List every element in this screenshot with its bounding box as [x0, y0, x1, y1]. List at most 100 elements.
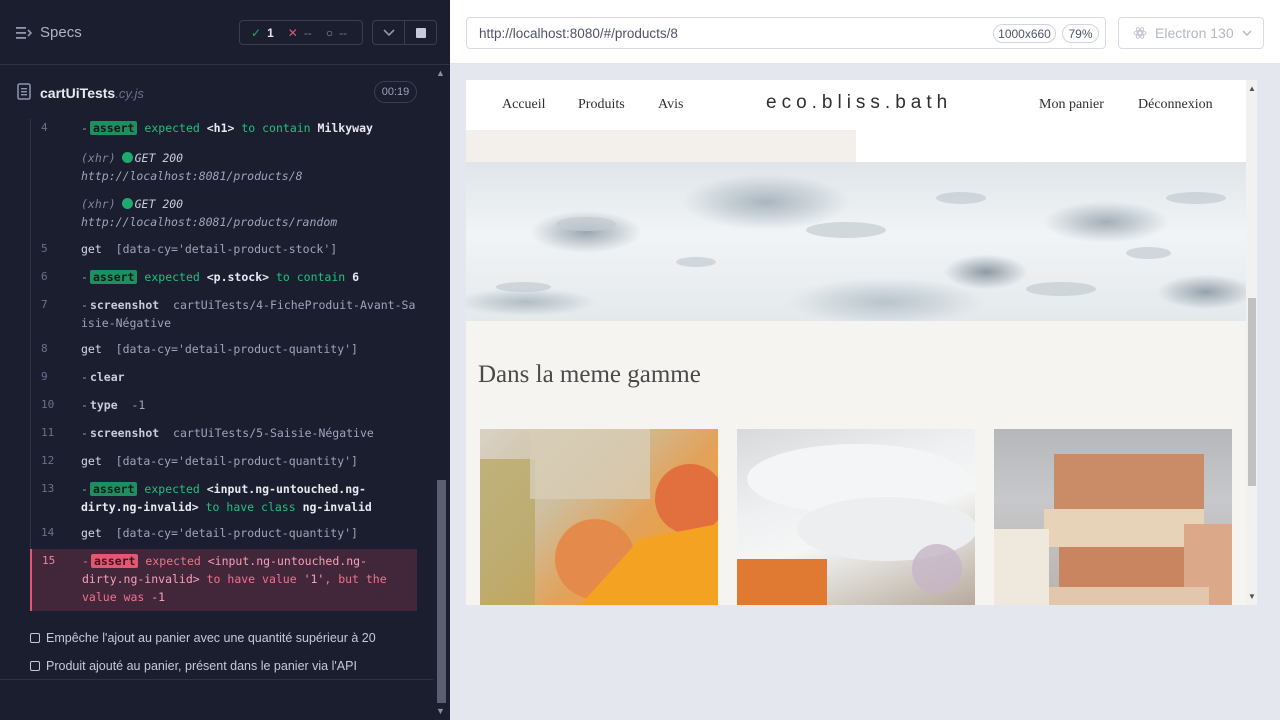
scroll-up-arrow-icon[interactable]: ▲ — [436, 68, 445, 78]
line-number: 10 — [41, 398, 55, 411]
command-message: -1 — [131, 398, 146, 412]
product-card-image[interactable] — [480, 429, 718, 605]
command-name: get — [81, 342, 102, 356]
command-name: type — [89, 398, 118, 412]
test-title: Empêche l'ajout au panier avec une quant… — [46, 631, 376, 645]
failed-count: -- — [303, 25, 312, 40]
pending-count: -- — [339, 25, 348, 40]
url-bar[interactable]: http://localhost:8080/#/products/8 1000x… — [466, 17, 1106, 49]
line-number: 11 — [41, 426, 55, 439]
command-name: screenshot — [89, 426, 160, 440]
viewport-size-badge[interactable]: 1000x660 — [993, 24, 1056, 43]
test-stats: ✓ 1 ✕ -- ○ -- — [239, 20, 363, 45]
command-name: assert — [90, 554, 139, 568]
status-dot-icon — [121, 152, 133, 163]
line-number: 7 — [41, 298, 48, 311]
nav-link-deconnexion[interactable]: Déconnexion — [1138, 97, 1213, 113]
status-dot-icon — [121, 198, 133, 209]
line-number: 5 — [41, 242, 48, 255]
stop-icon — [415, 27, 426, 38]
xhr-url: http://localhost:8081/products/8 — [81, 169, 303, 183]
xhr-url: http://localhost:8081/products/random — [81, 215, 338, 229]
reporter-header: Specs ✓ 1 ✕ -- ○ -- — [0, 0, 450, 65]
line-number: 14 — [41, 526, 55, 539]
nav-link-produits[interactable]: Produits — [578, 97, 625, 113]
specs-toggle-button[interactable]: Specs — [16, 24, 82, 41]
passed-count: 1 — [267, 25, 274, 40]
command-name: get — [81, 454, 102, 468]
zoom-badge[interactable]: 79% — [1062, 24, 1099, 43]
electron-icon — [1133, 27, 1147, 39]
pending-circle-icon: ○ — [325, 25, 334, 40]
site-logo[interactable]: eco.bliss.bath — [766, 92, 952, 114]
command-name: assert — [89, 270, 138, 284]
failed-stat: ✕ -- — [288, 26, 312, 40]
scroll-up-arrow-icon[interactable]: ▲ — [1248, 84, 1256, 93]
command-name: clear — [89, 370, 125, 384]
product-card-image[interactable] — [994, 429, 1232, 605]
command-log: 4 - assert expected <h1> to contain Milky… — [30, 119, 417, 611]
command-message: expected <p.stock> to contain 6 — [144, 270, 360, 284]
browser-select-button[interactable]: Electron 130 — [1118, 17, 1264, 49]
line-number: 6 — [41, 270, 48, 283]
section-title: Dans la meme gamme — [478, 361, 701, 388]
site-navbar: Accueil Produits Avis eco.bliss.bath Mon… — [466, 80, 1246, 130]
browser-label: Electron 130 — [1155, 25, 1234, 41]
spec-duration: 00:19 — [374, 81, 417, 103]
xhr-row[interactable]: (xhr) GET 200 http://localhost:8081/produ… — [31, 195, 418, 233]
xhr-row[interactable]: (xhr) GET 200 http://localhost:8081/produ… — [31, 149, 418, 187]
chevron-down-icon — [382, 28, 395, 36]
scroll-down-arrow-icon[interactable]: ▼ — [436, 706, 445, 716]
chevron-down-icon — [1242, 30, 1252, 36]
command-message: cartUiTests/5-Saisie-Négative — [173, 426, 374, 440]
command-name: get — [81, 526, 102, 540]
bath-products-image — [480, 429, 718, 605]
reporter-scrollbar-thumb[interactable] — [437, 480, 446, 703]
test-title: Produit ajouté au panier, présent dans l… — [46, 659, 357, 673]
reporter-panel: Specs ✓ 1 ✕ -- ○ -- cartUiTests.cy.js 00… — [0, 0, 450, 720]
line-number: 12 — [41, 454, 55, 467]
spec-file-basename: cartUiTests — [40, 85, 116, 101]
xhr-status: GET 200 — [134, 197, 184, 211]
line-number: 15 — [42, 554, 56, 567]
product-info-strip — [466, 130, 856, 162]
pending-test-item[interactable]: Produit ajouté au panier, présent dans l… — [30, 659, 357, 673]
towels-image — [737, 444, 975, 605]
app-iframe: Accueil Produits Avis eco.bliss.bath Mon… — [466, 80, 1257, 605]
command-message: [data-cy='detail-product-quantity'] — [115, 454, 358, 468]
command-message: [data-cy='detail-product-stock'] — [115, 242, 338, 256]
xhr-label: (xhr) — [81, 151, 116, 165]
pending-test-item[interactable]: Empêche l'ajout au panier avec une quant… — [30, 631, 376, 645]
aut-header: http://localhost:8080/#/products/8 1000x… — [450, 0, 1280, 64]
nav-link-accueil[interactable]: Accueil — [502, 97, 546, 113]
scroll-down-arrow-icon[interactable]: ▼ — [1248, 592, 1256, 601]
command-name: screenshot — [89, 298, 160, 312]
cross-icon: ✕ — [287, 25, 298, 40]
options-dropdown-button[interactable] — [372, 20, 405, 45]
command-message: expected <h1> to contain Milkyway — [144, 121, 373, 135]
command-name: get — [81, 242, 102, 256]
spec-file-ext: .cy.js — [115, 86, 144, 101]
check-icon: ✓ — [251, 25, 262, 40]
pending-test-icon — [30, 633, 40, 643]
product-side-strip — [856, 130, 1246, 162]
specs-label: Specs — [40, 24, 82, 41]
pending-test-icon — [30, 661, 40, 671]
stop-button[interactable] — [404, 20, 437, 45]
product-card-image[interactable] — [737, 429, 975, 605]
spec-file-name[interactable]: cartUiTests.cy.js — [40, 85, 144, 101]
command-row[interactable]: 7 - screenshot cartUiTests/4-FicheProduit… — [31, 296, 418, 334]
nav-link-mon-panier[interactable]: Mon panier — [1039, 97, 1104, 113]
command-message: [data-cy='detail-product-quantity'] — [115, 342, 358, 356]
command-row[interactable]: 13 - assert expected <input.ng-untouched.… — [31, 480, 418, 518]
hero-water-image — [466, 162, 1246, 321]
passed-stat: ✓ 1 — [251, 26, 274, 40]
url-text: http://localhost:8080/#/products/8 — [479, 26, 678, 41]
nav-link-avis[interactable]: Avis — [658, 97, 683, 113]
frame-scrollbar-thumb[interactable] — [1248, 298, 1256, 486]
menu-icon — [16, 26, 32, 39]
failed-command-row[interactable]: 15 - assert expected <input.ng-untouched.… — [30, 549, 417, 611]
command-name: assert — [89, 482, 138, 496]
soap-bars-image — [994, 454, 1232, 605]
document-icon — [17, 83, 31, 100]
